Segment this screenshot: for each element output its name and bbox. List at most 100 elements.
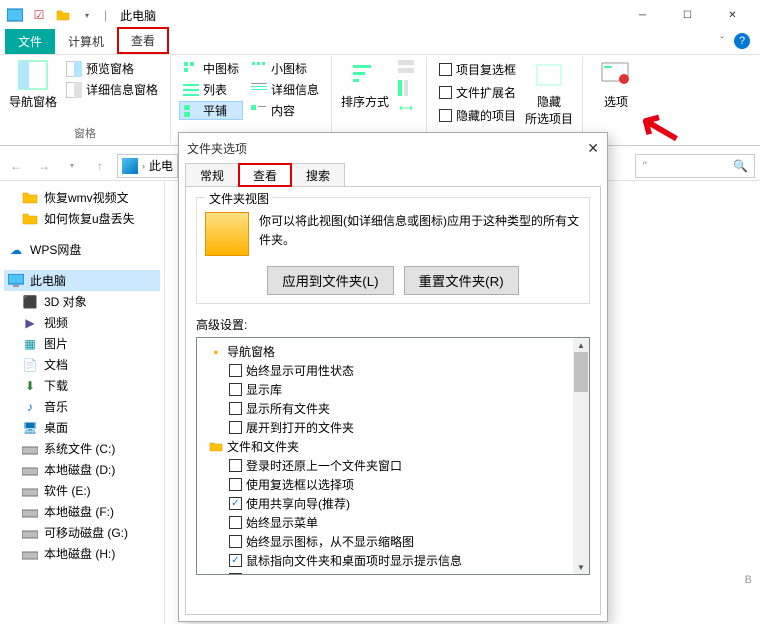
drive-icon — [22, 462, 38, 478]
collapse-ribbon-icon[interactable]: ˇ — [721, 36, 724, 47]
layout-medium[interactable]: 中图标 — [179, 59, 243, 78]
nav-tree[interactable]: 恢复wmv视频文 如何恢复u盘丢失 ☁WPS网盘 此电脑 ⬛3D 对象 ▶视频 … — [0, 181, 165, 624]
checkbox-icon — [229, 364, 242, 377]
preview-pane-icon — [66, 61, 82, 77]
minimize-button[interactable]: ─ — [620, 1, 665, 29]
checkbox-checked-icon — [229, 554, 242, 567]
folderview-title: 文件夹视图 — [205, 190, 273, 207]
forward-button[interactable]: → — [33, 155, 55, 177]
checkbox-icon — [229, 421, 242, 434]
add-columns-button[interactable] — [394, 79, 418, 97]
adv-item[interactable]: 始终显示图标，从不显示缩略图 — [201, 532, 585, 551]
apply-folders-button[interactable]: 应用到文件夹(L) — [267, 266, 393, 295]
advanced-list[interactable]: ▪导航窗格 始终显示可用性状态 显示库 显示所有文件夹 展开到打开的文件夹 文件… — [196, 337, 590, 575]
video-icon: ▶ — [22, 315, 38, 331]
qat-folder-icon[interactable] — [53, 5, 73, 25]
tree-drive-f[interactable]: 本地磁盘 (F:) — [4, 501, 160, 522]
checkbox-icon — [229, 383, 242, 396]
tree-desktop[interactable]: 🖥桌面 — [4, 417, 160, 438]
folder-icon — [22, 211, 38, 227]
adv-item[interactable]: 展开到打开的文件夹 — [201, 418, 585, 437]
tab-computer[interactable]: 计算机 — [55, 29, 117, 54]
scroll-up-icon[interactable]: ▲ — [573, 338, 589, 352]
adv-item[interactable]: 登录时还原上一个文件夹窗口 — [201, 456, 585, 475]
scroll-down-icon[interactable]: ▼ — [573, 560, 589, 574]
dialog-tab-view[interactable]: 查看 — [238, 163, 292, 187]
dialog-tab-general[interactable]: 常规 — [185, 163, 239, 187]
hide-selected-button[interactable]: 隐藏 所选项目 — [524, 59, 574, 127]
extensions-toggle[interactable]: 文件扩展名 — [435, 82, 520, 103]
size-columns-button[interactable] — [394, 99, 418, 117]
advanced-label: 高级设置: — [196, 316, 590, 333]
search-input[interactable]: " 🔍 — [635, 154, 755, 178]
dialog-close-button[interactable]: ✕ — [587, 140, 599, 157]
back-button[interactable]: ← — [5, 155, 27, 177]
search-icon: 🔍 — [733, 159, 748, 173]
scrollbar[interactable]: ▲ ▼ — [573, 338, 589, 574]
checkbox-icon — [229, 459, 242, 472]
adv-item[interactable]: 使用共享向导(推荐) — [201, 494, 585, 513]
layout-small[interactable]: 小图标 — [247, 59, 323, 78]
qat-properties-icon[interactable]: ☑ — [29, 5, 49, 25]
adv-item[interactable]: 使用复选框以选择项 — [201, 475, 585, 494]
tree-item[interactable]: 恢复wmv视频文 — [4, 187, 160, 208]
scrollbar-thumb[interactable] — [574, 352, 588, 392]
up-button[interactable]: ↑ — [89, 155, 111, 177]
hidden-items-toggle[interactable]: 隐藏的项目 — [435, 105, 520, 126]
options-button[interactable]: 选项 — [591, 59, 641, 110]
close-button[interactable]: ✕ — [710, 1, 755, 29]
tree-item[interactable]: 如何恢复u盘丢失 — [4, 208, 160, 229]
reset-folders-button[interactable]: 重置文件夹(R) — [404, 266, 519, 295]
checkboxes-toggle[interactable]: 项目复选框 — [435, 59, 520, 80]
tree-thispc[interactable]: 此电脑 — [4, 270, 160, 291]
tree-wps[interactable]: ☁WPS网盘 — [4, 239, 160, 260]
adv-item[interactable]: 显示所有文件夹 — [201, 399, 585, 418]
details-pane-button[interactable]: 详细信息窗格 — [62, 80, 162, 99]
nav-pane-button[interactable]: 导航窗格 — [8, 59, 58, 110]
list-icon — [183, 82, 199, 98]
adv-item[interactable]: 显示库 — [201, 380, 585, 399]
adv-item[interactable]: 显示驱动器号 — [201, 570, 585, 575]
tree-drive-c[interactable]: 系统文件 (C:) — [4, 438, 160, 459]
adv-item[interactable]: 始终显示可用性状态 — [201, 361, 585, 380]
tree-3d[interactable]: ⬛3D 对象 — [4, 291, 160, 312]
folder-options-dialog: 文件夹选项 ✕ 常规 查看 搜索 文件夹视图 你可以将此视图(如详细信息或图标)… — [178, 132, 608, 622]
recent-dropdown-icon[interactable]: ▾ — [61, 155, 83, 177]
maximize-button[interactable]: ☐ — [665, 1, 710, 29]
tree-downloads[interactable]: ⬇下载 — [4, 375, 160, 396]
folder-preview-icon — [205, 212, 249, 256]
tree-music[interactable]: ♪音乐 — [4, 396, 160, 417]
layout-tiles[interactable]: 平铺 — [179, 101, 243, 120]
picture-icon: ▦ — [22, 336, 38, 352]
tree-drive-e[interactable]: 软件 (E:) — [4, 480, 160, 501]
layout-content[interactable]: 内容 — [247, 101, 323, 120]
layout-details[interactable]: 详细信息 — [247, 80, 323, 99]
dialog-tab-search[interactable]: 搜索 — [291, 163, 345, 187]
tree-drive-d[interactable]: 本地磁盘 (D:) — [4, 459, 160, 480]
tab-view[interactable]: 查看 — [117, 27, 169, 54]
tree-documents[interactable]: 📄文档 — [4, 354, 160, 375]
drive-icon — [22, 546, 38, 562]
tree-videos[interactable]: ▶视频 — [4, 312, 160, 333]
qat-dropdown-icon[interactable]: ▾ — [77, 5, 97, 25]
document-icon: 📄 — [22, 357, 38, 373]
tree-drive-g[interactable]: 可移动磁盘 (G:) — [4, 522, 160, 543]
tree-drive-h[interactable]: 本地磁盘 (H:) — [4, 543, 160, 564]
folderview-group: 文件夹视图 你可以将此视图(如详细信息或图标)应用于这种类型的所有文件夹。 应用… — [196, 197, 590, 304]
checkbox-checked-icon — [229, 497, 242, 510]
layout-list[interactable]: 列表 — [179, 80, 243, 99]
preview-pane-button[interactable]: 预览窗格 — [62, 59, 162, 78]
music-icon: ♪ — [22, 399, 38, 415]
folder-icon — [22, 190, 38, 206]
tiles-icon — [183, 103, 199, 119]
group-by-button[interactable] — [394, 59, 418, 77]
sort-button[interactable]: 排序方式 — [340, 59, 390, 110]
checkbox-icon — [229, 573, 242, 575]
breadcrumb[interactable]: › 此电 — [117, 154, 178, 178]
help-icon[interactable]: ? — [734, 33, 750, 49]
adv-item[interactable]: 鼠标指向文件夹和桌面项时显示提示信息 — [201, 551, 585, 570]
tab-file[interactable]: 文件 — [5, 29, 55, 54]
tree-pictures[interactable]: ▦图片 — [4, 333, 160, 354]
adv-item[interactable]: 始终显示菜单 — [201, 513, 585, 532]
ribbon-tabs: 文件 计算机 查看 ˇ ? — [0, 30, 760, 54]
